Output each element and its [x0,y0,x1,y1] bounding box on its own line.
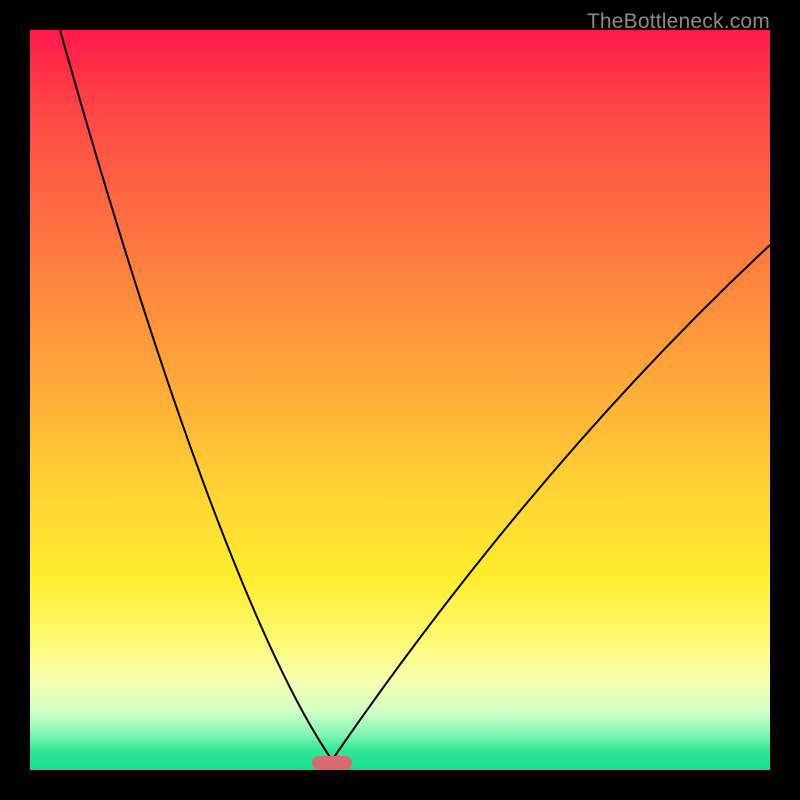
chart-frame: TheBottleneck.com [0,0,800,800]
plot-area [30,30,770,770]
watermark-text: TheBottleneck.com [587,10,770,34]
bottleneck-curve [30,30,770,770]
optimal-point-marker [312,756,352,770]
